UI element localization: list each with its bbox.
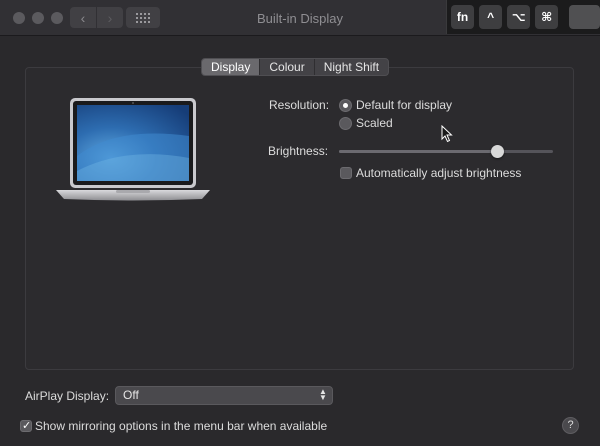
laptop-illustration: [56, 98, 210, 201]
auto-brightness-label[interactable]: Automatically adjust brightness: [356, 166, 521, 180]
airplay-display-select[interactable]: Off ▲ ▼: [115, 386, 333, 405]
auto-brightness-checkbox[interactable]: [340, 167, 352, 179]
tab-display[interactable]: Display: [202, 59, 261, 75]
resolution-default-label[interactable]: Default for display: [356, 98, 452, 112]
resolution-scaled-radio[interactable]: [339, 117, 352, 130]
mouse-cursor-icon: [441, 125, 453, 143]
brightness-slider-track[interactable]: [339, 150, 553, 153]
brightness-slider-fill: [339, 150, 498, 153]
tab-night-shift[interactable]: Night Shift: [315, 59, 388, 75]
tab-colour[interactable]: Colour: [260, 59, 315, 75]
command-key: ⌘: [535, 5, 559, 29]
airplay-display-value: Off: [123, 388, 139, 402]
resolution-scaled-label[interactable]: Scaled: [356, 116, 393, 130]
brightness-label: Brightness:: [268, 144, 329, 158]
brightness-slider-knob[interactable]: [490, 145, 504, 158]
option-key: ⌥: [507, 5, 531, 29]
tab-bar: Display Colour Night Shift: [201, 58, 390, 76]
resolution-default-radio[interactable]: [339, 99, 352, 112]
control-key: ^: [479, 5, 503, 29]
show-mirroring-label[interactable]: Show mirroring options in the menu bar w…: [35, 419, 327, 433]
show-mirroring-checkbox[interactable]: [20, 419, 32, 432]
modifier-keys-overlay: fn ^ ⌥ ⌘: [446, 0, 600, 34]
blank-key: [569, 5, 600, 29]
help-button[interactable]: ?: [562, 417, 579, 434]
resolution-label: Resolution:: [269, 98, 330, 112]
airplay-display-label: AirPlay Display:: [25, 389, 110, 403]
display-preferences-window: ‹ › Built-in Display fn ^ ⌥ ⌘ Display Co…: [0, 0, 600, 446]
select-arrows-icon: ▲ ▼: [319, 387, 327, 402]
fn-key: fn: [451, 5, 475, 29]
